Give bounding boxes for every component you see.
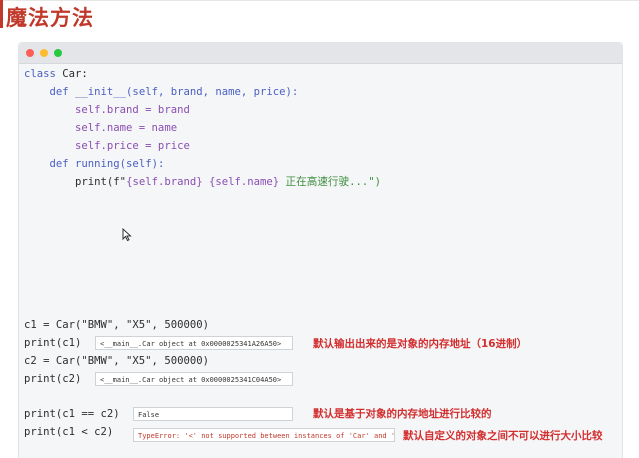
class-definition-code: class Car: def __init__(self, brand, nam…: [24, 65, 381, 191]
print-c2-line: print(c2): [24, 373, 82, 385]
code-line-5: self.price = price: [24, 140, 190, 152]
c2-assign-line: c2 = Car("BMW", "X5", 500000): [24, 355, 209, 367]
mouse-cursor-icon: [122, 227, 132, 247]
slide-title: 魔法方法: [6, 6, 94, 30]
output-eq: False: [133, 407, 293, 421]
minimize-dot-icon[interactable]: [40, 49, 48, 57]
usage-code-2: print(c1 == c2) print(c1 < c2): [24, 405, 120, 441]
code-line-2: def __init__(self, brand, name, price):: [49, 86, 299, 98]
top-rule: [0, 0, 639, 1]
note-no-size-compare: 默认自定义的对象之间不可以进行大小比较: [403, 430, 603, 442]
code-line-7: print(f"{self.brand} {self.name} 正在高速行驶.…: [24, 176, 382, 188]
close-dot-icon[interactable]: [26, 49, 34, 57]
code-line-4: self.name = name: [24, 122, 178, 134]
print-eq-line: print(c1 == c2): [24, 408, 120, 420]
title-accent: [0, 0, 3, 28]
c1-assign-line: c1 = Car("BMW", "X5", 500000): [24, 319, 209, 331]
code-line-3: self.brand = brand: [24, 104, 190, 116]
print-lt-line: print(c1 < c2): [24, 426, 114, 438]
output-c2: <__main__.Car object at 0x0000025341C04A…: [95, 372, 293, 386]
maximize-dot-icon[interactable]: [54, 49, 62, 57]
print-c1-line: print(c1): [24, 337, 82, 349]
output-c1: <__main__.Car object at 0x0000025341A26A…: [95, 336, 293, 350]
note-default-compare: 默认是基于对象的内存地址进行比较的: [313, 408, 492, 420]
code-line-6: def running(self):: [49, 158, 165, 170]
code-line-1: class Car:: [24, 68, 88, 80]
output-lt: TypeError: '<' not supported between ins…: [133, 428, 395, 442]
note-default-output: 默认输出出来的是对象的内存地址（16进制）: [313, 338, 528, 350]
window-titlebar: [19, 43, 622, 64]
code-window: class Car: def __init__(self, brand, nam…: [18, 42, 623, 458]
